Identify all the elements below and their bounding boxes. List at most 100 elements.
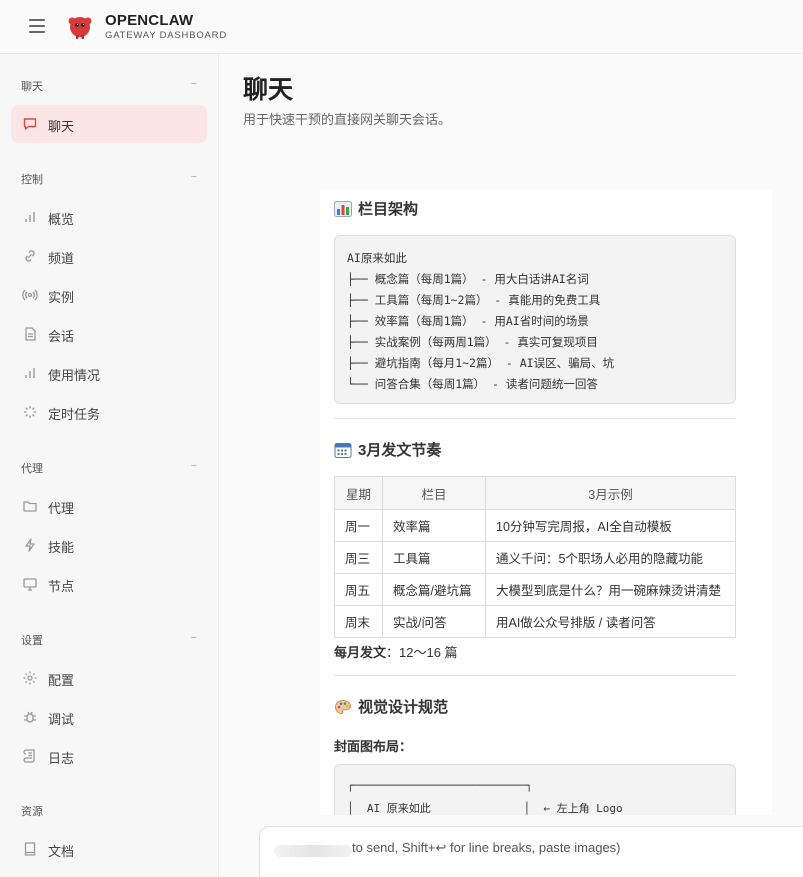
table-cell: 周末 [334,605,383,638]
page-subtitle: 用于快速干预的直接网关聊天会话。 [243,112,452,127]
sidebar-item-skills[interactable]: 技能 [11,526,207,564]
sidebar-item-label: 实例 [48,290,75,305]
bar-chart-emoji-icon [334,201,352,217]
code-block-cover: ┌──────────────────────────┐ │ AI 原来如此 │… [334,764,736,815]
section-title: 控制 [21,174,43,186]
table-row: 周末 实战/问答 用AI做公众号排版 / 读者问答 [334,605,736,638]
document-icon [25,327,36,341]
section-heading-visual: 视觉设计规范 [334,696,448,717]
broadcast-icon [22,289,38,301]
table-row: 周五 概念篇/避坑篇 大模型到底是什么？用一碗麻辣烫讲清楚 [334,573,736,606]
page-title: 聊天 [243,76,294,104]
sidebar-item-label: 会话 [48,329,75,344]
top-bar: OPENCLAW GATEWAY DASHBOARD [0,0,803,54]
sidebar-item-label: 概览 [48,212,75,227]
table-cell: 实战/问答 [382,605,486,638]
section-header-settings[interactable]: 设置 − [21,632,197,648]
sidebar-item-nodes[interactable]: 节点 [11,565,207,603]
sidebar-item-chat[interactable]: 聊天 [11,105,207,143]
sidebar-item-agents[interactable]: 代理 [11,487,207,525]
collapse-icon[interactable]: − [191,171,197,183]
table-cell: 周五 [334,573,383,606]
divider [334,675,736,676]
chat-message: 栏目架构 AI原来如此 ├── 概念篇（每周1篇） - 用大白话讲AI名词 ├─… [320,190,772,815]
table-row: 周三 工具篇 通义千问：5个职场人必用的隐藏功能 [334,541,736,574]
palette-emoji-icon [334,699,352,715]
chat-bubble-icon [23,118,37,130]
brand-subtitle: GATEWAY DASHBOARD [105,30,227,41]
code-block-columns: AI原来如此 ├── 概念篇（每周1篇） - 用大白话讲AI名词 ├── 工具篇… [334,235,736,404]
section-title: 资源 [21,806,43,818]
schedule-table: 星期 栏目 3月示例 周一 效率篇 10分钟写完周报，AI全自动模板 周三 工具… [334,476,736,638]
section-header-control[interactable]: 控制 − [21,171,197,187]
sidebar-item-debug[interactable]: 调试 [11,698,207,736]
sidebar-item-label: 使用情况 [48,368,101,383]
code-line: └── 问答合集（每周1篇） - 读者问题统一回答 [347,377,598,391]
loader-icon [24,406,36,418]
sidebar-item-logs[interactable]: 日志 [11,737,207,775]
code-line: ┌──────────────────────────┐ [347,779,533,792]
sidebar-item-overview[interactable]: 概览 [11,198,207,236]
code-line: ├── 实战案例（每两周1篇） - 真实可复现项目 [347,335,598,349]
column-header: 星期 [334,476,383,510]
message-input[interactable]: to send, Shift+↩ for line breaks, paste … [259,826,803,877]
table-cell: 周一 [334,509,383,542]
code-line: AI原来如此 [347,251,407,265]
lightning-icon [25,538,35,552]
table-cell: 用AI做公众号排版 / 读者问答 [485,605,736,638]
bar-chart-icon [25,212,35,222]
sidebar-item-sessions[interactable]: 会话 [11,315,207,353]
section-heading-schedule: 3月发文节奏 [334,439,441,460]
section-header-agents[interactable]: 代理 − [21,460,197,476]
sidebar-item-label: 日志 [48,751,75,766]
divider [334,418,736,419]
collapse-icon[interactable]: − [191,78,197,90]
code-line: ├── 效率篇（每周1篇） - 用AI省时间的场景 [347,314,589,328]
brand-title: OPENCLAW [105,12,194,29]
sidebar-item-channels[interactable]: 频道 [11,237,207,275]
cover-layout-label: 封面图布局： [334,739,413,754]
code-line: ├── 概念篇（每周1篇） - 用大白话讲AI名词 [347,272,589,286]
link-icon [25,250,35,262]
placeholder-prefix [274,845,352,857]
heading-text: 栏目架构 [358,201,419,218]
sidebar-item-label: 频道 [48,251,75,266]
calendar-emoji-icon [334,443,352,458]
code-line: ├── 避坑指南（每月1~2篇） - AI误区、骗局、坑 [347,356,615,370]
table-row: 周一 效率篇 10分钟写完周报，AI全自动模板 [334,509,736,542]
input-placeholder: to send, Shift+↩ for line breaks, paste … [352,840,621,855]
heading-text: 视觉设计规范 [358,699,449,716]
sidebar-item-label: 定时任务 [48,407,101,422]
table-cell: 工具篇 [382,541,486,574]
sidebar-item-label: 文档 [48,844,75,859]
monitor-icon [23,578,37,591]
monthly-label: 每月发文 [334,645,387,660]
code-line: │ AI 原来如此 │ ← 左上角 Logo [347,802,623,815]
folder-icon [23,501,37,512]
sidebar-item-label: 技能 [48,540,75,555]
table-header-row: 星期 栏目 3月示例 [334,476,736,510]
sidebar-item-cron[interactable]: 定时任务 [11,393,207,431]
menu-icon[interactable] [29,19,45,33]
table-cell: 周三 [334,541,383,574]
sidebar-item-instances[interactable]: 实例 [11,276,207,314]
sidebar-item-label: 节点 [48,579,75,594]
monthly-value: ：12～16 篇 [386,645,458,660]
sidebar-item-docs[interactable]: 文档 [11,830,207,868]
sidebar-item-usage[interactable]: 使用情况 [11,354,207,392]
collapse-icon[interactable]: − [191,632,197,644]
openclaw-logo-icon [68,17,92,39]
sidebar-item-label: 配置 [48,673,75,688]
book-icon [24,842,36,856]
sidebar-item-config[interactable]: 配置 [11,659,207,697]
table-cell: 概念篇/避坑篇 [382,573,486,606]
bug-icon [24,711,36,723]
gear-icon [23,671,37,685]
heading-text: 3月发文节奏 [358,442,442,459]
section-header-chat[interactable]: 聊天 − [21,78,197,94]
section-title: 聊天 [21,81,43,93]
collapse-icon[interactable]: − [191,460,197,472]
column-header: 栏目 [382,476,486,510]
section-title: 设置 [21,635,43,647]
table-cell: 大模型到底是什么？用一碗麻辣烫讲清楚 [485,573,736,606]
